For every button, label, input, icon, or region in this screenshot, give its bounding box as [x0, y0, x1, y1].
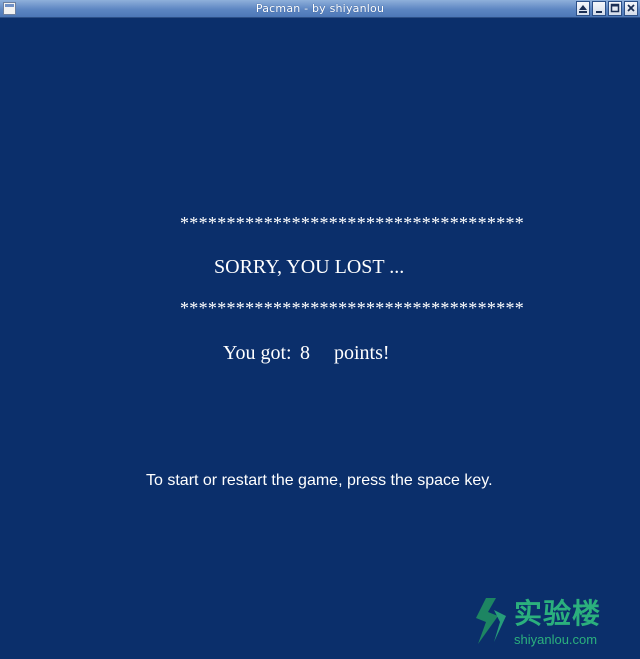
- instruction-text: To start or restart the game, press the …: [146, 472, 493, 489]
- stars-top-border: *************************************: [180, 213, 525, 233]
- window-controls: [576, 1, 638, 17]
- close-button[interactable]: [624, 1, 638, 16]
- window-title: Pacman - by shiyanlou: [255, 2, 385, 15]
- lost-message: SORRY, YOU LOST ...: [214, 256, 405, 278]
- minimize-button[interactable]: [592, 1, 606, 16]
- game-window: Pacman - by shiyanlou ******************…: [0, 0, 640, 659]
- shade-icon: [579, 5, 587, 13]
- stars-bottom-border: *************************************: [180, 298, 525, 318]
- score-label: You got:: [223, 342, 292, 364]
- close-icon: [627, 4, 635, 12]
- score-value: 8: [300, 342, 310, 364]
- watermark-brand-cn: 实验楼: [514, 597, 602, 630]
- watermark-brand-url: shiyanlou.com: [514, 632, 598, 647]
- shade-button[interactable]: [576, 1, 590, 16]
- maximize-icon: [610, 3, 620, 13]
- minimize-icon: [596, 11, 602, 13]
- title-bar[interactable]: Pacman - by shiyanlou: [0, 0, 640, 18]
- shiyanlou-watermark: 实验楼 shiyanlou.com: [472, 592, 632, 654]
- score-unit: points!: [334, 342, 390, 364]
- maximize-button[interactable]: [608, 1, 622, 16]
- shiyanlou-logo-icon: [476, 598, 506, 644]
- game-canvas[interactable]: ************************************* SO…: [0, 18, 640, 659]
